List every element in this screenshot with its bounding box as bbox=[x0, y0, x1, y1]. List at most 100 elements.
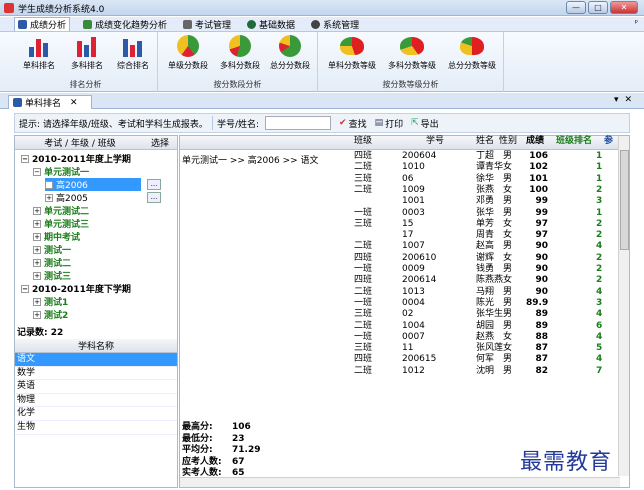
expand-icon[interactable]: + bbox=[33, 245, 41, 254]
multi-subject-rank-button[interactable]: 多科排名 bbox=[64, 35, 110, 71]
table-row[interactable]: 二班 1013 马翔男 90 4 bbox=[180, 287, 620, 298]
minimize-button[interactable]: — bbox=[566, 1, 586, 14]
table-row[interactable]: 三班 02 张华生男 89 4 bbox=[180, 309, 620, 320]
table-row[interactable]: 一班 0007 赵燕女 88 4 bbox=[180, 332, 620, 343]
close-button[interactable]: ✕ bbox=[610, 1, 638, 14]
menu-tab-trend-analysis[interactable]: 成绩变化趋势分析 bbox=[80, 17, 170, 31]
table-row[interactable]: 二班 1007 赵高男 90 4 bbox=[180, 241, 620, 252]
class-cell: 四班 bbox=[354, 275, 373, 286]
stat-label: 应考人数: bbox=[182, 456, 222, 467]
collapse-icon[interactable]: − bbox=[21, 284, 29, 293]
table-row[interactable]: 一班 0004 陈光男 89.9 3 bbox=[180, 298, 620, 309]
table-row[interactable]: 二班 1009 张燕女 100 2 bbox=[180, 185, 620, 196]
menu-tab-system-management[interactable]: 系统管理 bbox=[308, 17, 362, 31]
vertical-scrollbar[interactable] bbox=[618, 136, 629, 476]
tree-node[interactable]: + 单元测试三 bbox=[33, 217, 89, 230]
menu-tab-exam-management[interactable]: 考试管理 bbox=[180, 17, 234, 31]
gender-cell: 男 bbox=[503, 286, 513, 297]
total-score-range-button[interactable]: 总分分数段 bbox=[264, 35, 316, 71]
tree-node[interactable]: + 测试二 bbox=[33, 256, 71, 269]
table-row[interactable]: 三班 11 张风莲女 87 5 bbox=[180, 343, 620, 354]
expand-icon[interactable]: + bbox=[45, 180, 53, 189]
expand-icon[interactable]: + bbox=[33, 271, 41, 280]
tree-node[interactable]: + 测试三 bbox=[33, 269, 71, 282]
table-row[interactable]: 二班 1010 谭青华女 102 1 bbox=[180, 162, 620, 173]
total-score-grade-button[interactable]: 总分分数等级 bbox=[442, 35, 502, 71]
tree-node[interactable]: −2010-2011年度下学期 bbox=[21, 282, 131, 295]
subject-header: 学科名称 bbox=[15, 339, 177, 353]
subject-item[interactable]: 物理 bbox=[15, 394, 177, 408]
tree-node[interactable]: + 单元测试二 bbox=[33, 204, 89, 217]
gender-cell: 女 bbox=[503, 275, 513, 286]
single-subject-rank-button[interactable]: 单科排名 bbox=[16, 35, 62, 71]
tree-node[interactable]: + 测试1 bbox=[33, 295, 68, 308]
subject-item[interactable]: 数学 bbox=[15, 367, 177, 381]
name-cell: 陈燕燕 bbox=[476, 275, 504, 286]
tree-node[interactable]: −2010-2011年度上学期 bbox=[21, 152, 131, 165]
gender-cell: 男 bbox=[503, 297, 513, 308]
student-id-cell: 1013 bbox=[402, 286, 425, 297]
collapse-icon[interactable]: − bbox=[33, 167, 41, 176]
collapse-icon[interactable]: − bbox=[21, 154, 29, 163]
table-row[interactable]: 1001 邓勇男 99 3 bbox=[180, 196, 620, 207]
expand-icon[interactable]: + bbox=[33, 258, 41, 267]
stat-label: 最低分: bbox=[182, 433, 213, 444]
tree-node[interactable]: + 高2006 bbox=[45, 178, 141, 191]
tree-node[interactable]: − 单元测试一 bbox=[33, 165, 89, 178]
score-cell: 87 bbox=[535, 343, 548, 354]
expand-icon[interactable]: + bbox=[33, 310, 41, 319]
table-row[interactable]: 四班 200615 何军男 87 4 bbox=[180, 354, 620, 365]
print-button[interactable]: ▤ 打印 bbox=[375, 117, 404, 130]
multi-subject-grade-button[interactable]: 多科分数等级 bbox=[382, 35, 442, 71]
select-class-button[interactable]: ... bbox=[147, 192, 161, 203]
subject-item[interactable]: 语文 bbox=[15, 353, 177, 367]
multi-subject-range-button[interactable]: 多科分数段 bbox=[214, 35, 266, 71]
subject-item[interactable]: 英语 bbox=[15, 380, 177, 394]
table-row[interactable]: 一班 0003 张华男 99 1 bbox=[180, 208, 620, 219]
find-button[interactable]: ✔ 查找 bbox=[339, 117, 367, 130]
table-row[interactable]: 四班 200610 谢辉女 90 2 bbox=[180, 253, 620, 264]
scroll-thumb[interactable] bbox=[620, 150, 629, 250]
pin-icon[interactable]: ᵖ bbox=[635, 18, 638, 27]
search-input[interactable] bbox=[265, 116, 332, 130]
menu-tab-basic-data[interactable]: 基础数据 bbox=[244, 17, 298, 31]
table-row[interactable]: 一班 0009 钱勇男 90 2 bbox=[180, 264, 620, 275]
table-row[interactable]: 三班 06 徐华男 101 1 bbox=[180, 174, 620, 185]
maximize-button[interactable]: □ bbox=[588, 1, 608, 14]
expand-icon[interactable]: + bbox=[33, 297, 41, 306]
tab-controls[interactable]: ▾✕ bbox=[614, 95, 638, 105]
student-id-cell: 17 bbox=[402, 230, 414, 241]
menu-tab-score-analysis[interactable]: 成绩分析 bbox=[14, 17, 71, 31]
table-row[interactable]: 三班 15 单芳女 97 2 bbox=[180, 219, 620, 230]
table-row[interactable]: 二班 1012 沈明男 82 7 bbox=[180, 366, 620, 377]
class-rank-cell: 2 bbox=[596, 184, 603, 195]
class-rank-cell: 2 bbox=[596, 275, 603, 286]
table-row[interactable]: 四班 200604 丁超男 106 1 bbox=[180, 151, 620, 162]
tab-close-icon[interactable]: ✕ bbox=[70, 98, 78, 108]
tab-single-subject-rank[interactable]: 单科排名 ✕ bbox=[8, 95, 92, 109]
single-level-range-button[interactable]: 单级分数段 bbox=[162, 35, 214, 71]
expand-icon[interactable]: + bbox=[33, 232, 41, 241]
export-button[interactable]: ⇱ 导出 bbox=[411, 117, 439, 130]
name-cell: 陈光 bbox=[476, 297, 495, 308]
expand-icon[interactable]: + bbox=[33, 206, 41, 215]
tree-node[interactable]: + 期中考试 bbox=[33, 230, 80, 243]
expand-icon[interactable]: + bbox=[33, 219, 41, 228]
subject-item[interactable]: 生物 bbox=[15, 421, 177, 435]
name-cell: 周青 bbox=[476, 230, 495, 241]
class-cell: 四班 bbox=[354, 354, 373, 365]
table-row[interactable]: 17 周青女 97 2 bbox=[180, 230, 620, 241]
tree-node[interactable]: + 测试2 bbox=[33, 308, 68, 321]
table-row[interactable]: 二班 1004 胡园男 89 6 bbox=[180, 321, 620, 332]
select-class-button[interactable]: ... bbox=[147, 179, 161, 190]
tree-node[interactable]: + 高2005 bbox=[45, 191, 88, 204]
expand-icon[interactable]: + bbox=[45, 193, 53, 202]
chart-icon bbox=[18, 20, 27, 29]
subject-item[interactable]: 化学 bbox=[15, 407, 177, 421]
horizontal-scrollbar[interactable] bbox=[180, 477, 620, 487]
table-row[interactable]: 四班 200614 陈燕燕女 90 2 bbox=[180, 275, 620, 286]
overall-rank-button[interactable]: 综合排名 bbox=[110, 35, 156, 71]
class-cell: 二班 bbox=[354, 162, 373, 173]
tree-node[interactable]: + 测试一 bbox=[33, 243, 71, 256]
single-subject-grade-button[interactable]: 单科分数等级 bbox=[322, 35, 382, 71]
